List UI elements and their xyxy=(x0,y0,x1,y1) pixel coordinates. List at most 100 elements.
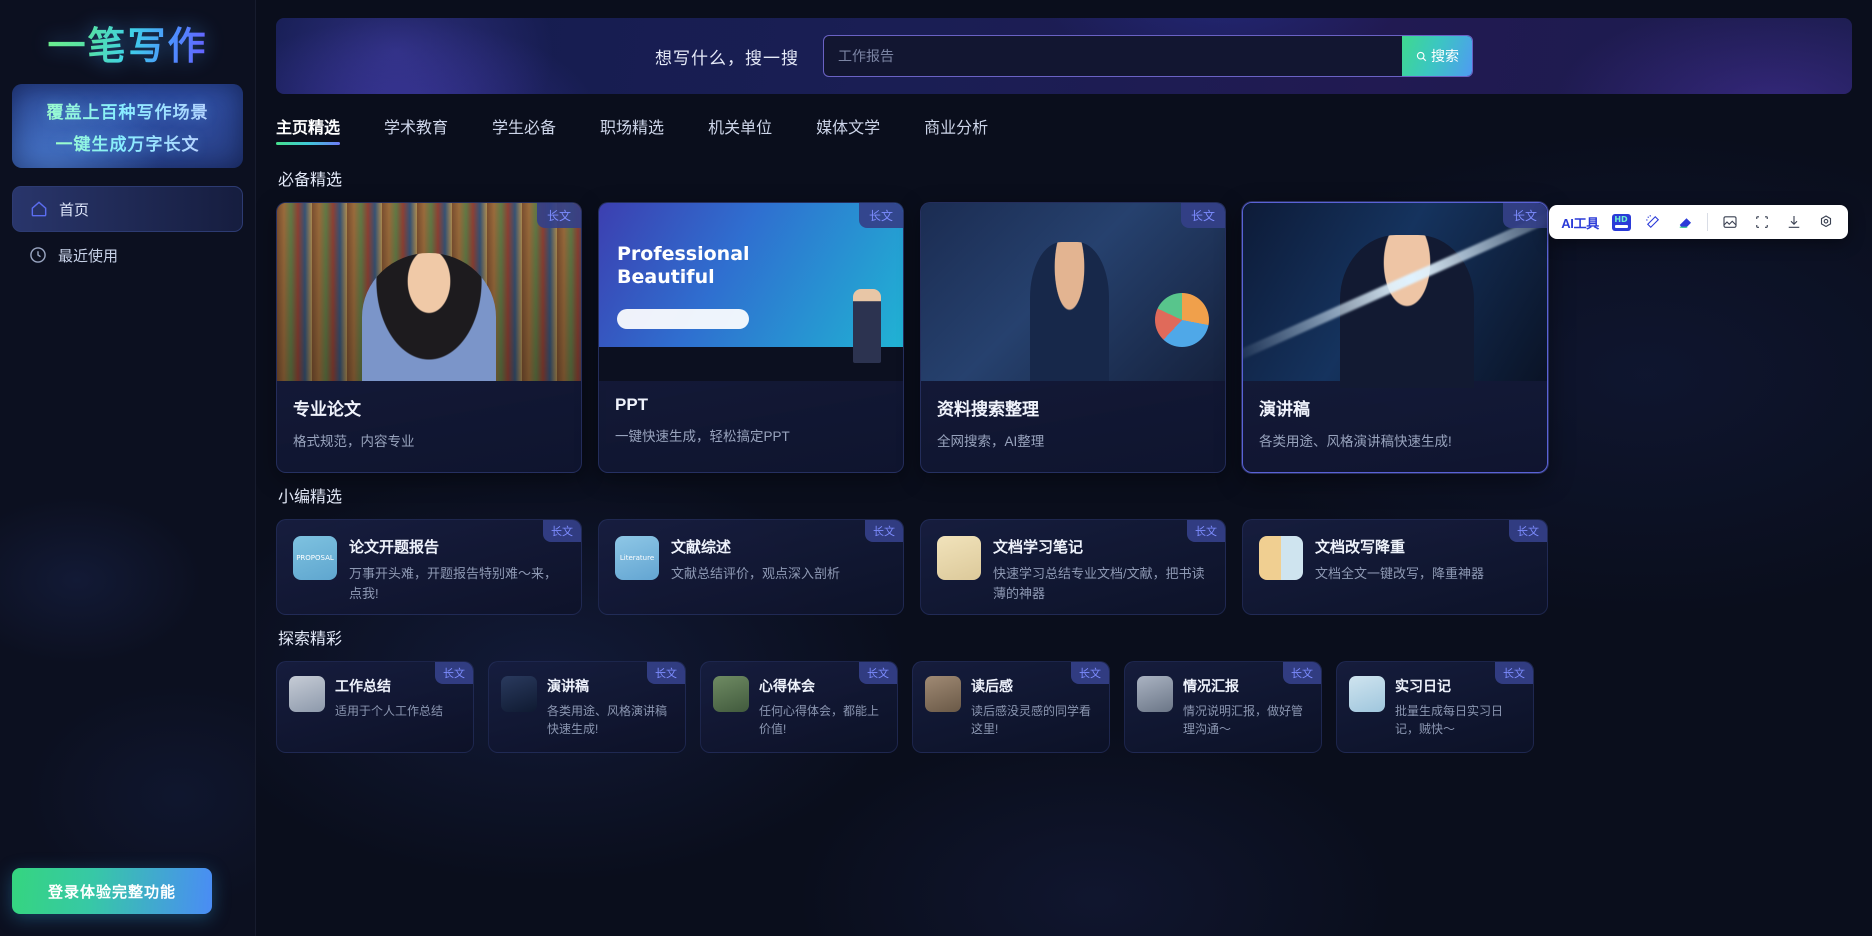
sections-scroll-area[interactable]: 必备精选 长文 专业论文 格式规范，内容专业 Professional 长文 B… xyxy=(256,150,1872,754)
card-research-gathering[interactable]: 长文 资料搜索整理 全网搜索，AI整理 xyxy=(920,202,1226,474)
sidebar-item-recent-label: 最近使用 xyxy=(58,247,119,265)
card-meta: 心得体会 任何心得体会，都能上价值! xyxy=(759,676,885,738)
badge-long-form: 长文 xyxy=(435,662,473,685)
reading-icon xyxy=(925,676,961,713)
card-desc: 读后感没灵感的同学看这里! xyxy=(971,704,1092,737)
section-essentials-row: 长文 专业论文 格式规范，内容专业 长文 PPT xyxy=(276,202,1852,474)
card-meta: 工作总结 适用于个人工作总结 xyxy=(335,676,443,720)
card-desc: 全网搜索，AI整理 xyxy=(937,434,1045,449)
login-button[interactable]: 登录体验完整功能 xyxy=(12,868,212,914)
tab-workplace[interactable]: 职场精选 xyxy=(600,114,664,145)
speech-icon xyxy=(501,676,537,713)
card-ppt[interactable]: 长文 PPT 一键快速生成，轻松搞定PPT xyxy=(598,202,904,474)
sidebar-item-home-label: 首页 xyxy=(59,201,90,219)
download-icon[interactable] xyxy=(1784,212,1804,232)
card-meta: 演讲稿 各类用途、风格演讲稿快速生成! xyxy=(1243,381,1547,472)
section-title-editor-picks: 小编精选 xyxy=(278,489,343,507)
card-speech-draft[interactable]: 长文 演讲稿 各类用途、风格演讲稿快速生成! xyxy=(1242,202,1548,474)
icon-label: Literature xyxy=(619,554,655,563)
promo-line-1: 覆盖上百种写作场景 xyxy=(47,98,209,123)
badge-long-form: 长文 xyxy=(858,203,903,228)
card-thumbnail: 长文 xyxy=(599,203,903,381)
logo-text: 一笔写作 xyxy=(47,15,207,70)
sidebar: 一笔写作 覆盖上百种写作场景 一键生成万字长文 首页 最近使用 登录体验完整功能 xyxy=(0,0,256,936)
badge-long-form: 长文 xyxy=(1509,520,1547,543)
card-desc: 万事开头难，开题报告特别难～来，点我! xyxy=(349,566,558,602)
work-summary-icon xyxy=(289,676,325,713)
card-study-notes[interactable]: 长文 文档学习笔记 快速学习总结专业文档/文献，把书读薄的神器 xyxy=(920,519,1226,616)
card-literature-review[interactable]: 长文 Literature 文献综述 文献总结评价，观点深入剖析 xyxy=(598,519,904,616)
crop-icon[interactable] xyxy=(1752,212,1772,232)
search-input[interactable] xyxy=(824,36,1402,76)
tab-academic[interactable]: 学术教育 xyxy=(384,114,448,145)
promo-line-2: 一键生成万字长文 xyxy=(56,130,200,155)
card-meta: 论文开题报告 万事开头难，开题报告特别难～来，点我! xyxy=(349,536,565,604)
search-hero-label: 想写什么，搜一搜 xyxy=(655,48,799,68)
card-title: 文献综述 xyxy=(671,539,732,557)
badge-long-form: 长文 xyxy=(1071,662,1109,685)
card-meta: 文档学习笔记 快速学习总结专业文档/文献，把书读薄的神器 xyxy=(993,536,1209,604)
card-meta: 文献综述 文献总结评价，观点深入剖析 xyxy=(671,536,887,584)
card-title: 工作总结 xyxy=(335,678,391,695)
card-meta: 演讲稿 各类用途、风格演讲稿快速生成! xyxy=(547,676,673,738)
tab-media-literature[interactable]: 媒体文学 xyxy=(816,114,880,145)
search-hero: 想写什么，搜一搜 搜索 xyxy=(276,18,1852,94)
card-meta: 文档改写降重 文档全文一键改写，降重神器 xyxy=(1315,536,1531,584)
card-meta: PPT 一键快速生成，轻松搞定PPT xyxy=(599,381,903,467)
tab-business-analysis[interactable]: 商业分析 xyxy=(924,114,988,145)
tab-government[interactable]: 机关单位 xyxy=(708,114,772,145)
magic-wand-icon[interactable] xyxy=(1643,212,1663,232)
tab-student[interactable]: 学生必备 xyxy=(492,114,556,145)
ppt-speaker-shape xyxy=(853,289,881,363)
sidebar-item-recent[interactable]: 最近使用 xyxy=(12,232,243,278)
tab-home-featured[interactable]: 主页精选 xyxy=(276,114,341,145)
card-work-summary[interactable]: 长文 工作总结 适用于个人工作总结 xyxy=(276,661,474,754)
logo[interactable]: 一笔写作 xyxy=(0,0,255,70)
badge-long-form: 长文 xyxy=(865,520,903,543)
clock-icon xyxy=(28,245,48,265)
promo-banner[interactable]: 覆盖上百种写作场景 一键生成万字长文 xyxy=(12,84,243,168)
card-status-report[interactable]: 长文 情况汇报 情况说明汇报，做好管理沟通～ xyxy=(1124,661,1322,754)
card-thesis-proposal[interactable]: 长文 PROPOSAL 论文开题报告 万事开头难，开题报告特别难～来，点我! xyxy=(276,519,582,616)
sidebar-nav: 首页 最近使用 xyxy=(0,186,255,278)
icon-label: PROPOSAL xyxy=(296,554,334,563)
card-professional-paper[interactable]: 长文 专业论文 格式规范，内容专业 xyxy=(276,202,582,474)
hd-icon[interactable]: HD xyxy=(1611,212,1631,232)
card-desc: 一键快速生成，轻松搞定PPT xyxy=(615,429,790,444)
card-book-report[interactable]: 长文 读后感 读后感没灵感的同学看这里! xyxy=(912,661,1110,754)
search-box[interactable]: 搜索 xyxy=(823,35,1473,77)
section-title-essentials: 必备精选 xyxy=(278,172,343,189)
card-meta: 情况汇报 情况说明汇报，做好管理沟通～ xyxy=(1183,676,1309,738)
ai-tools-toolbar[interactable]: AI工具 HD xyxy=(1549,205,1848,239)
toolbar-divider xyxy=(1707,213,1708,231)
card-internship-diary[interactable]: 长文 实习日记 批量生成每日实习日记，贼快～ xyxy=(1336,661,1534,754)
badge-long-form: 长文 xyxy=(1283,662,1321,685)
card-title: 专业论文 xyxy=(293,400,361,419)
card-title: PPT xyxy=(615,395,649,414)
pie-chart-decoration xyxy=(1155,293,1209,347)
card-title: 演讲稿 xyxy=(1259,400,1310,419)
card-meta: 实习日记 批量生成每日实习日记，贼快～ xyxy=(1395,676,1521,738)
badge-long-form: 长文 xyxy=(1502,203,1547,228)
diary-icon xyxy=(1349,676,1385,713)
ai-tools-label: AI工具 xyxy=(1561,215,1599,231)
card-speech-small[interactable]: 长文 演讲稿 各类用途、风格演讲稿快速生成! xyxy=(488,661,686,754)
card-meta: 读后感 读后感没灵感的同学看这里! xyxy=(971,676,1097,738)
image-edit-icon[interactable] xyxy=(1720,212,1740,232)
card-meta: 专业论文 格式规范，内容专业 xyxy=(277,381,581,472)
search-icon xyxy=(1416,51,1427,61)
ppt-button-shape xyxy=(617,309,749,329)
search-button[interactable]: 搜索 xyxy=(1402,36,1472,76)
settings-icon[interactable] xyxy=(1816,212,1836,232)
sidebar-item-home[interactable]: 首页 xyxy=(12,186,243,232)
badge-long-form: 长文 xyxy=(1187,520,1225,543)
card-title: 文档改写降重 xyxy=(1315,539,1406,557)
literature-icon: Literature xyxy=(615,536,659,581)
notes-icon xyxy=(937,536,981,581)
eraser-icon[interactable] xyxy=(1675,212,1695,232)
badge-long-form: 长文 xyxy=(1495,662,1533,685)
section-explore-row: 长文 工作总结 适用于个人工作总结 长文 演讲稿 各类用途、风格演讲稿快速生成! xyxy=(276,661,1852,754)
card-document-rewrite[interactable]: 长文 文档改写降重 文档全文一键改写，降重神器 xyxy=(1242,519,1548,616)
card-insights[interactable]: 长文 心得体会 任何心得体会，都能上价值! xyxy=(700,661,898,754)
card-desc: 任何心得体会，都能上价值! xyxy=(759,704,880,737)
